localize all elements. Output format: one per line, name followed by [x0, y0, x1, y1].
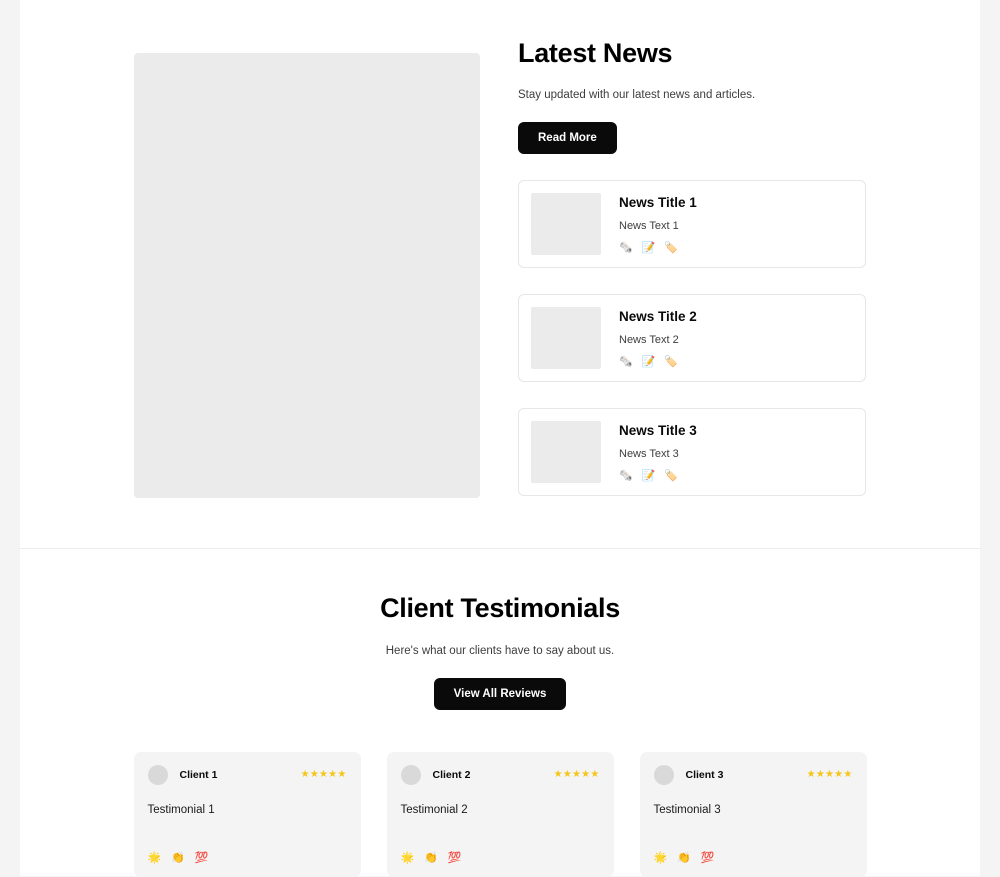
clapping-hands-icon[interactable]: 👏 — [171, 852, 185, 865]
news-card-body: News Title 1 News Text 1 🗞️ 📝 🏷️ — [619, 193, 697, 255]
testimonial-identity: Client 2 — [400, 765, 471, 785]
news-card-text: News Text 3 — [619, 448, 679, 460]
testimonial-card-header: Client 2 ★★★★★ — [400, 765, 600, 785]
latest-news-content: Latest News Stay updated with our latest… — [518, 36, 866, 522]
news-card-body: News Title 2 News Text 2 🗞️ 📝 🏷️ — [619, 307, 697, 369]
testimonial-client-name: Client 3 — [685, 768, 724, 781]
news-card[interactable]: News Title 1 News Text 1 🗞️ 📝 🏷️ — [518, 180, 866, 268]
latest-news-subtitle: Stay updated with our latest news and ar… — [518, 89, 756, 101]
testimonials-section: Client Testimonials Here's what our clie… — [20, 549, 980, 877]
testimonial-identity: Client 3 — [653, 765, 724, 785]
star-rating: ★★★★★ — [553, 769, 600, 780]
testimonial-card[interactable]: Client 2 ★★★★★ Testimonial 2 🌟 👏 💯 — [386, 752, 614, 877]
news-card-title: News Title 1 — [619, 195, 697, 210]
label-tag-icon[interactable]: 🏷️ — [664, 242, 678, 255]
label-tag-icon[interactable]: 🏷️ — [664, 356, 678, 369]
testimonial-emoji-row: 🌟 👏 💯 — [654, 852, 715, 865]
avatar — [400, 765, 421, 785]
memo-icon[interactable]: 📝 — [642, 470, 656, 483]
news-card-emoji-row: 🗞️ 📝 🏷️ — [619, 356, 697, 369]
news-card-emoji-row: 🗞️ 📝 🏷️ — [619, 470, 697, 483]
label-tag-icon[interactable]: 🏷️ — [664, 470, 678, 483]
news-thumbnail-placeholder — [531, 421, 601, 483]
news-thumbnail-placeholder — [531, 193, 601, 255]
testimonials-subtitle: Here's what our clients have to say abou… — [385, 645, 615, 657]
news-card[interactable]: News Title 2 News Text 2 🗞️ 📝 🏷️ — [518, 294, 866, 382]
news-card-title: News Title 2 — [619, 309, 697, 324]
avatar — [653, 765, 674, 785]
hundred-points-icon[interactable]: 💯 — [701, 852, 715, 865]
news-thumbnail-placeholder — [531, 307, 601, 369]
news-card-title: News Title 3 — [619, 423, 697, 438]
news-card-body: News Title 3 News Text 3 🗞️ 📝 🏷️ — [619, 421, 697, 483]
news-card-list: News Title 1 News Text 1 🗞️ 📝 🏷️ News Ti… — [518, 180, 866, 496]
newspaper-icon[interactable]: 🗞️ — [619, 356, 633, 369]
latest-news-section: Latest News Stay updated with our latest… — [20, 0, 980, 549]
clapping-hands-icon[interactable]: 👏 — [424, 852, 438, 865]
avatar — [147, 765, 168, 785]
memo-icon[interactable]: 📝 — [642, 356, 656, 369]
glowing-star-icon[interactable]: 🌟 — [401, 852, 415, 865]
testimonial-card[interactable]: Client 1 ★★★★★ Testimonial 1 🌟 👏 💯 — [133, 752, 361, 877]
hundred-points-icon[interactable]: 💯 — [448, 852, 462, 865]
testimonial-card-header: Client 1 ★★★★★ — [147, 765, 347, 785]
testimonials-header: Client Testimonials Here's what our clie… — [20, 591, 980, 710]
newspaper-icon[interactable]: 🗞️ — [619, 242, 633, 255]
star-rating: ★★★★★ — [806, 769, 853, 780]
glowing-star-icon[interactable]: 🌟 — [654, 852, 668, 865]
news-card-text: News Text 2 — [619, 334, 679, 346]
news-card[interactable]: News Title 3 News Text 3 🗞️ 📝 🏷️ — [518, 408, 866, 496]
testimonial-emoji-row: 🌟 👏 💯 — [148, 852, 209, 865]
hundred-points-icon[interactable]: 💯 — [195, 852, 209, 865]
testimonials-title: Client Testimonials — [380, 593, 620, 623]
read-more-button[interactable]: Read More — [518, 122, 617, 154]
testimonial-card[interactable]: Client 3 ★★★★★ Testimonial 3 🌟 👏 💯 — [639, 752, 867, 877]
star-rating: ★★★★★ — [300, 769, 347, 780]
glowing-star-icon[interactable]: 🌟 — [148, 852, 162, 865]
testimonial-card-header: Client 3 ★★★★★ — [653, 765, 853, 785]
page-title: Latest News — [518, 38, 673, 68]
testimonial-client-name: Client 2 — [432, 768, 471, 781]
testimonial-text: Testimonial 1 — [147, 804, 215, 816]
testimonial-identity: Client 1 — [147, 765, 218, 785]
news-card-text: News Text 1 — [619, 220, 679, 232]
testimonial-card-list: Client 1 ★★★★★ Testimonial 1 🌟 👏 💯 Clien… — [20, 752, 980, 877]
news-card-emoji-row: 🗞️ 📝 🏷️ — [619, 242, 697, 255]
memo-icon[interactable]: 📝 — [642, 242, 656, 255]
newspaper-icon[interactable]: 🗞️ — [619, 470, 633, 483]
page-content: Latest News Stay updated with our latest… — [20, 0, 980, 877]
testimonial-text: Testimonial 3 — [653, 804, 721, 816]
testimonial-emoji-row: 🌟 👏 💯 — [401, 852, 462, 865]
hero-image-placeholder — [134, 53, 480, 498]
clapping-hands-icon[interactable]: 👏 — [677, 852, 691, 865]
testimonial-client-name: Client 1 — [179, 768, 218, 781]
testimonial-text: Testimonial 2 — [400, 804, 468, 816]
view-all-reviews-button[interactable]: View All Reviews — [433, 678, 567, 710]
